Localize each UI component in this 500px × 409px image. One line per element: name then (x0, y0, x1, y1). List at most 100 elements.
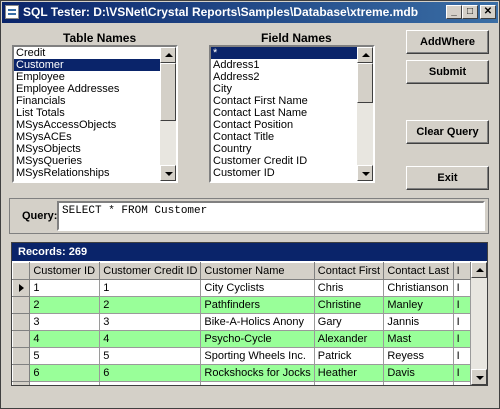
scroll-up-button[interactable] (357, 47, 373, 63)
field-names-item[interactable]: Customer ID (211, 167, 357, 179)
scroll-up-button[interactable] (471, 262, 487, 278)
row-header[interactable] (12, 313, 31, 331)
table-cell[interactable]: I (452, 364, 471, 382)
column-header[interactable]: Customer Name (200, 262, 315, 280)
row-header[interactable] (12, 364, 31, 382)
column-header[interactable]: Customer ID (29, 262, 101, 280)
table-cell[interactable]: Patrick (313, 347, 385, 365)
table-row[interactable]: 77Poser CyclesAlexSmithI (12, 381, 471, 385)
column-header[interactable]: I (452, 262, 471, 280)
table-cell[interactable]: Jannis (383, 313, 454, 331)
row-header[interactable] (12, 296, 31, 314)
scroll-down-button[interactable] (160, 165, 176, 181)
table-cell[interactable]: Alex (313, 381, 385, 385)
submit-button[interactable]: Submit (406, 60, 489, 84)
row-header[interactable] (12, 347, 31, 365)
field-names-scrollbar[interactable] (357, 47, 373, 181)
table-cell[interactable]: I (452, 313, 471, 331)
table-cell[interactable]: Psycho-Cycle (200, 330, 315, 348)
minimize-button[interactable]: _ (446, 5, 462, 19)
table-names-item[interactable]: MSysObjects (14, 143, 160, 155)
table-names-item[interactable]: Financials (14, 95, 160, 107)
table-names-item[interactable]: Employee Addresses (14, 83, 160, 95)
field-names-item[interactable]: Address2 (211, 71, 357, 83)
table-names-list[interactable]: Credit Customer Employee Employee Addresses… (12, 45, 178, 183)
maximize-button[interactable]: □ (462, 5, 478, 19)
table-cell[interactable]: 2 (99, 296, 202, 314)
table-names-item[interactable]: MSysACEs (14, 131, 160, 143)
column-header[interactable]: Contact Last (383, 262, 454, 280)
table-cell[interactable]: Heather (313, 364, 385, 382)
table-cell[interactable]: Christianson (383, 279, 454, 297)
table-cell[interactable]: 7 (99, 381, 202, 385)
table-names-item[interactable]: Employee (14, 71, 160, 83)
add-where-button[interactable]: AddWhere (406, 30, 489, 54)
column-header[interactable]: Contact First (313, 262, 385, 280)
table-row[interactable]: 4 4 Psycho-Cycle Alexander Mast I (12, 330, 471, 348)
table-cell[interactable]: 3 (29, 313, 101, 331)
table-cell[interactable]: I (452, 330, 471, 348)
field-names-item[interactable]: Contact First Name (211, 95, 357, 107)
field-names-item[interactable]: City (211, 83, 357, 95)
table-cell[interactable]: Manley (383, 296, 454, 314)
table-cell[interactable]: 1 (29, 279, 101, 297)
table-cell[interactable]: 2 (29, 296, 101, 314)
table-cell[interactable]: Christine (313, 296, 385, 314)
table-cell[interactable]: Gary (313, 313, 385, 331)
field-names-item[interactable]: Contact Position (211, 119, 357, 131)
column-header[interactable]: Customer Credit ID (99, 262, 202, 280)
row-header[interactable] (12, 330, 31, 348)
table-names-item[interactable]: List Totals (14, 107, 160, 119)
row-header[interactable] (12, 381, 31, 385)
table-cell[interactable]: City Cyclists (200, 279, 315, 297)
records-grid[interactable]: Records: 269 Customer ID Customer Credit … (11, 242, 488, 386)
table-cell[interactable]: Davis (383, 364, 454, 382)
table-names-item[interactable]: MSysRelationships (14, 167, 160, 179)
table-cell[interactable]: 4 (29, 330, 101, 348)
table-cell[interactable]: Rockshocks for Jocks (200, 364, 315, 382)
table-cell[interactable]: Mast (383, 330, 454, 348)
table-cell[interactable]: I (452, 347, 471, 365)
table-row[interactable]: 1 1 City Cyclists Chris Christianson I (12, 279, 471, 297)
table-names-item[interactable]: MSysAccessObjects (14, 119, 160, 131)
scroll-down-button[interactable] (471, 369, 487, 385)
table-cell[interactable]: Poser Cycles (200, 381, 315, 385)
row-header[interactable] (12, 279, 31, 297)
table-cell[interactable]: 5 (99, 347, 202, 365)
close-button[interactable]: ✕ (480, 5, 496, 19)
clear-query-button[interactable]: Clear Query (406, 120, 489, 144)
table-cell[interactable]: Pathfinders (200, 296, 315, 314)
scroll-up-button[interactable] (160, 47, 176, 63)
title-bar[interactable]: SQL Tester: D:\VSNet\Crystal Reports\Sam… (2, 2, 498, 23)
table-cell[interactable]: Alexander (313, 330, 385, 348)
field-names-item[interactable]: Contact Title (211, 131, 357, 143)
table-cell[interactable]: Chris (313, 279, 385, 297)
field-names-item[interactable]: Customer Credit ID (211, 155, 357, 167)
table-cell[interactable]: Bike-A-Holics Anony (200, 313, 315, 331)
table-cell[interactable]: 7 (29, 381, 101, 385)
scroll-down-button[interactable] (357, 165, 373, 181)
table-cell[interactable]: 3 (99, 313, 202, 331)
table-cell[interactable]: Sporting Wheels Inc. (200, 347, 315, 365)
table-cell[interactable]: 6 (29, 364, 101, 382)
field-names-item[interactable]: Address1 (211, 59, 357, 71)
table-names-item[interactable]: Customer (14, 59, 160, 71)
query-textbox[interactable]: SELECT * FROM Customer (57, 201, 485, 231)
table-cell[interactable]: Reyess (383, 347, 454, 365)
field-names-item[interactable]: Country (211, 143, 357, 155)
scroll-thumb[interactable] (357, 63, 373, 103)
table-cell[interactable]: I (452, 381, 471, 385)
table-names-item[interactable]: MSysQueries (14, 155, 160, 167)
table-cell[interactable]: 4 (99, 330, 202, 348)
exit-button[interactable]: Exit (406, 166, 489, 190)
table-cell[interactable]: 1 (99, 279, 202, 297)
records-scrollbar[interactable] (471, 262, 487, 385)
table-names-scrollbar[interactable] (160, 47, 176, 181)
table-cell[interactable]: I (452, 296, 471, 314)
table-row[interactable]: 6 6 Rockshocks for Jocks Heather Davis I (12, 364, 471, 382)
table-row[interactable]: 5 5 Sporting Wheels Inc. Patrick Reyess I (12, 347, 471, 365)
table-cell[interactable]: Smith (383, 381, 454, 385)
scroll-thumb[interactable] (160, 63, 176, 121)
table-cell[interactable]: 5 (29, 347, 101, 365)
field-names-item[interactable]: * (211, 47, 357, 59)
